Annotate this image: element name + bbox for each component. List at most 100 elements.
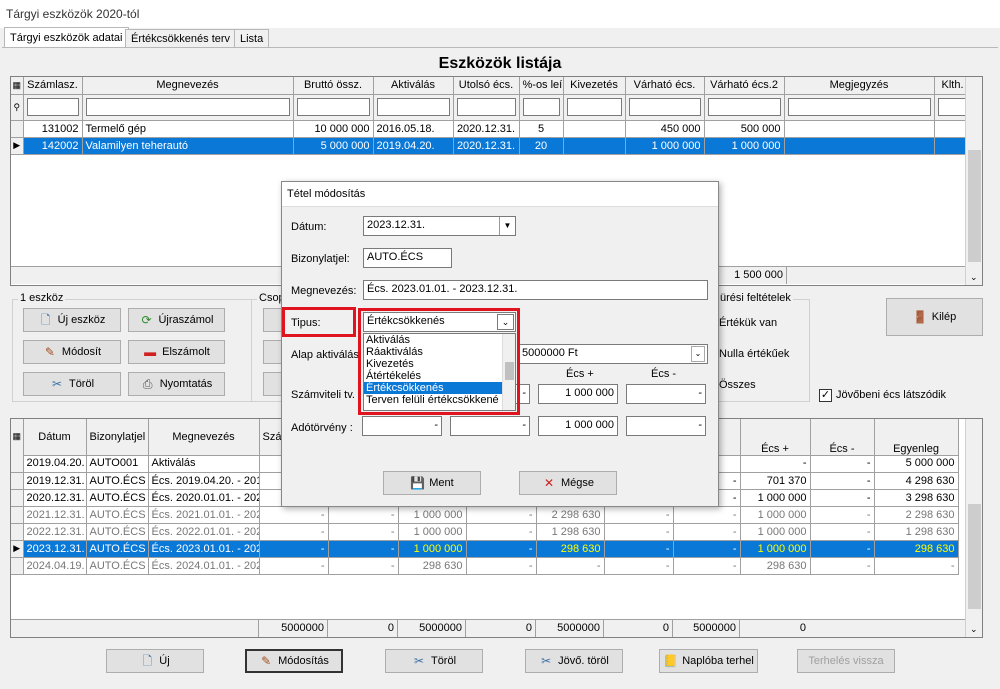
cell[interactable]: 2020.12.31. — [453, 137, 520, 155]
cell[interactable]: 2022.12.31. — [23, 523, 87, 541]
cell[interactable]: 1 298 630 — [874, 523, 959, 541]
cell[interactable]: 1 000 000 — [704, 137, 785, 155]
cell[interactable]: 2020.12.31. — [453, 120, 520, 138]
group-two-button[interactable] — [263, 372, 283, 396]
cell[interactable]: - — [604, 523, 674, 541]
cell[interactable]: Aktiválás — [148, 455, 260, 473]
cell[interactable]: - — [466, 523, 537, 541]
col-header-note[interactable]: Megjegyzés — [784, 77, 935, 95]
tax-dep-minus-input[interactable]: - — [626, 416, 706, 436]
cell[interactable]: 5 — [519, 120, 564, 138]
dropdown-arrow-icon[interactable]: ▼ — [499, 217, 515, 235]
cell[interactable]: 450 000 — [625, 120, 705, 138]
cell[interactable]: - — [874, 557, 959, 575]
cell[interactable]: - — [604, 506, 674, 524]
table-row[interactable]: 2024.04.19. AUTO.ÉCS Écs. 2024.01.01. - 20… — [11, 557, 959, 575]
col-header-expected-dep2[interactable]: Várható écs.2 — [704, 77, 785, 95]
cell[interactable]: - — [536, 557, 605, 575]
cell[interactable]: - — [466, 557, 537, 575]
table-row[interactable]: 2022.12.31. AUTO.ÉCS Écs. 2022.01.01. - 20… — [11, 523, 959, 541]
cell[interactable]: Écs. 2023.01.01. - 202 — [148, 540, 260, 558]
asset-scrollbar[interactable]: ⌄ — [965, 77, 982, 285]
col-header-desc[interactable]: Megnevezés — [148, 419, 260, 456]
cell[interactable]: 298 630 — [874, 540, 959, 558]
tax-a-input[interactable]: - — [362, 416, 442, 436]
acc-dep-minus-input[interactable]: - — [626, 384, 706, 404]
list-item[interactable]: Átértékelés — [364, 370, 515, 382]
cell[interactable]: 1 000 000 — [740, 523, 811, 541]
acc-dep-plus-input[interactable]: 1 000 000 — [538, 384, 618, 404]
cell[interactable]: 1 000 000 — [740, 506, 811, 524]
table-row[interactable]: 131002 Termelő gép 10 000 000 2016.05.18… — [11, 120, 972, 138]
col-header-expected-dep[interactable]: Várható écs. — [625, 77, 705, 95]
scroll-down-icon[interactable]: ⌄ — [970, 272, 978, 283]
filter-input[interactable] — [937, 98, 968, 116]
delete-asset-button[interactable]: ✂ Töröl — [23, 372, 121, 396]
cell[interactable]: Écs. 2019.04.20. - 201 — [148, 472, 260, 490]
cell[interactable]: - — [673, 523, 741, 541]
cell[interactable]: AUTO.ÉCS — [86, 540, 149, 558]
cell[interactable]: - — [673, 557, 741, 575]
col-header-date[interactable]: Dátum — [23, 419, 87, 456]
cell[interactable]: 2 298 630 — [536, 506, 605, 524]
cell[interactable]: - — [328, 557, 399, 575]
cell[interactable]: - — [673, 540, 741, 558]
cell[interactable]: 2019.04.20. — [23, 455, 87, 473]
doc-input[interactable]: AUTO.ÉCS — [363, 248, 452, 268]
tax-dep-plus-input[interactable]: 1 000 000 — [538, 416, 618, 436]
col-header-name[interactable]: Megnevezés — [82, 77, 294, 95]
cell[interactable]: 3 298 630 — [874, 489, 959, 507]
cell[interactable]: 2 298 630 — [874, 506, 959, 524]
exit-button[interactable]: 🚪 Kilép — [886, 298, 983, 336]
cancel-button[interactable]: ✕ Mégse — [519, 471, 617, 495]
tax-b-input[interactable]: - — [450, 416, 530, 436]
cell[interactable]: - — [466, 540, 537, 558]
cell[interactable] — [784, 137, 935, 155]
cell[interactable]: - — [810, 455, 875, 473]
list-item[interactable]: Kivezetés — [364, 358, 515, 370]
cell[interactable]: - — [604, 557, 674, 575]
cell[interactable]: 2021.12.31. — [23, 506, 87, 524]
cell[interactable]: - — [673, 506, 741, 524]
cell[interactable]: AUTO.ÉCS — [86, 557, 149, 575]
col-header-dep-plus[interactable]: Écs + — [740, 419, 811, 456]
cell[interactable]: - — [259, 557, 329, 575]
cell[interactable]: 2019.12.31. — [23, 472, 87, 490]
cell[interactable]: - — [604, 540, 674, 558]
cell[interactable] — [563, 137, 626, 155]
cell[interactable]: - — [466, 506, 537, 524]
col-header-doc[interactable]: Bizonylatjel — [86, 419, 149, 456]
cell[interactable]: 500 000 — [704, 120, 785, 138]
written-off-button[interactable]: ▬ Elszámolt — [128, 340, 225, 364]
cell[interactable]: Valamilyen teherautó — [82, 137, 294, 155]
filter-input[interactable] — [628, 98, 701, 116]
type-select[interactable]: Értékcsökkenés ⌄ — [363, 312, 516, 332]
cell[interactable]: AUTO.ÉCS — [86, 472, 149, 490]
delete-entry-button[interactable]: ✂ Töröl — [385, 649, 483, 673]
cell[interactable]: AUTO.ÉCS — [86, 523, 149, 541]
name-input[interactable]: Écs. 2023.01.01. - 2023.12.31. — [363, 280, 708, 300]
col-header-activation[interactable]: Aktiválás — [373, 77, 454, 95]
cell[interactable]: - — [810, 472, 875, 490]
list-scrollbar[interactable] — [502, 334, 515, 410]
col-header-dep-minus[interactable]: Écs - — [810, 419, 875, 456]
list-item-selected[interactable]: Értékcsökkenés — [364, 382, 515, 394]
print-button[interactable]: ⎙ Nyomtatás — [128, 372, 225, 396]
cell[interactable]: 1 298 630 — [536, 523, 605, 541]
cell[interactable]: - — [810, 489, 875, 507]
table-row-selected[interactable]: ▶ 2023.12.31. AUTO.ÉCS Écs. 2023.01.01. - 2… — [11, 540, 959, 558]
cell[interactable]: 2024.04.19. — [23, 557, 87, 575]
cell[interactable]: 4 298 630 — [874, 472, 959, 490]
list-item[interactable]: Terven felüli értékcsökkené — [364, 394, 515, 406]
cell[interactable]: 5 000 000 — [293, 137, 374, 155]
cell[interactable]: - — [328, 540, 399, 558]
cell[interactable]: - — [810, 540, 875, 558]
filter-all[interactable]: Összes — [719, 379, 756, 391]
cell[interactable]: - — [259, 540, 329, 558]
journal-charge-button[interactable]: 📒 Naplóba terhel — [659, 649, 758, 673]
group-two-button[interactable] — [263, 308, 283, 332]
cell[interactable]: 5 000 000 — [874, 455, 959, 473]
filter-input[interactable] — [707, 98, 781, 116]
date-picker[interactable]: 2023.12.31. ▼ — [363, 216, 516, 236]
filter-input[interactable] — [296, 98, 370, 116]
